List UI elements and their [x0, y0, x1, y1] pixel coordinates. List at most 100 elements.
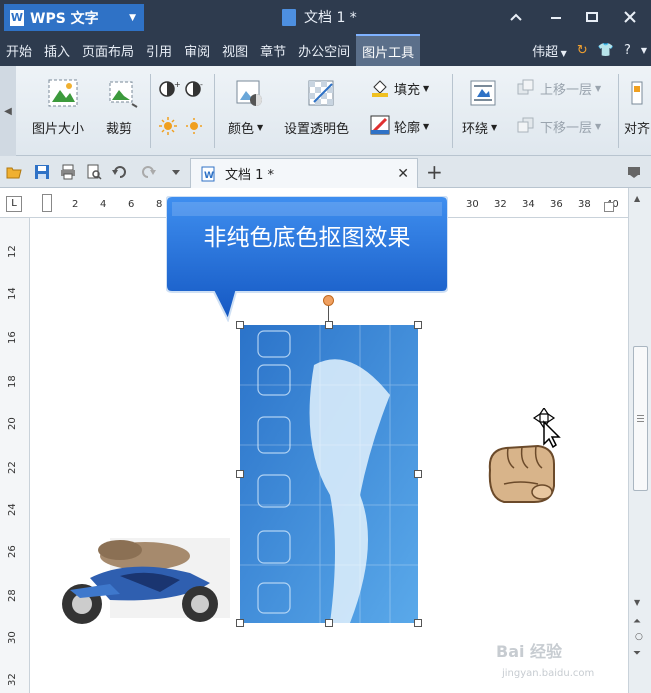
resize-handle-top-left[interactable]: [236, 321, 244, 329]
outline-pen-icon: [370, 115, 390, 135]
menu-view[interactable]: 视图: [216, 34, 254, 66]
ribbon-separator: [150, 74, 151, 148]
ruler-corner-button[interactable]: L: [6, 196, 22, 212]
crop-button[interactable]: 裁剪: [106, 118, 132, 137]
ribbon-separator: [452, 74, 453, 148]
decrease-contrast-icon[interactable]: -: [184, 80, 206, 98]
caret-down-icon: ▼: [423, 122, 430, 131]
print-icon[interactable]: [60, 164, 76, 180]
wrap-dropdown[interactable]: 环绕 ▼: [462, 118, 497, 137]
svg-text:-: -: [200, 80, 203, 89]
menu-home[interactable]: 开始: [0, 34, 38, 66]
selected-picture[interactable]: [236, 295, 422, 627]
document-tab[interactable]: W 文档 1 * ✕: [190, 158, 418, 188]
select-browse-object-icon[interactable]: ○: [635, 632, 643, 642]
menu-office-space[interactable]: 办公空间: [292, 34, 356, 66]
menu-review[interactable]: 审阅: [178, 34, 216, 66]
set-transparent-color-button[interactable]: 设置透明色: [284, 118, 349, 137]
motorcycle-image[interactable]: [50, 528, 232, 628]
caret-down-icon[interactable]: ▼: [641, 46, 647, 55]
color-label: 颜色: [228, 122, 255, 137]
caret-down-icon: ▼: [558, 48, 567, 58]
fill-dropdown[interactable]: 填充 ▼: [394, 79, 429, 98]
ribbon: ◀ 图片大小 裁剪 + - 颜色 ▼ 设置透明色 填充 ▼ 轮廓 ▼ 环绕 ▼ …: [0, 66, 651, 156]
close-tab-icon[interactable]: ✕: [397, 166, 409, 182]
app-menu-button[interactable]: W WPS 文字 ▼: [4, 4, 144, 31]
vertical-ruler: 12 14 16 18 20 22 24 26 28 30 32: [0, 218, 30, 693]
print-preview-icon[interactable]: [86, 164, 102, 180]
menu-page-layout[interactable]: 页面布局: [76, 34, 140, 66]
ruler-tick: 2: [72, 199, 79, 210]
add-tab-button[interactable]: +: [426, 160, 443, 184]
previous-page-icon[interactable]: ⏶: [633, 616, 641, 627]
baidu-watermark: Bai 经验: [496, 642, 563, 661]
undo-icon[interactable]: [112, 164, 128, 180]
redo-icon[interactable]: [140, 164, 156, 180]
baidu-watermark-url: jingyan.baidu.com: [502, 668, 595, 679]
ruler-tick: 16: [7, 331, 18, 344]
wrap-label: 环绕: [462, 122, 489, 137]
ruler-tick: 14: [7, 287, 18, 300]
decrease-brightness-icon[interactable]: [184, 116, 206, 136]
callout-text: 非纯色底色抠图效果: [203, 225, 411, 251]
ruler-tick: 24: [7, 503, 18, 516]
refresh-icon[interactable]: ↻: [577, 43, 588, 58]
resize-handle-top[interactable]: [325, 321, 333, 329]
help-icon[interactable]: ?: [624, 43, 631, 58]
word-document-icon: W: [201, 166, 215, 181]
window-title-text: 文档 1 *: [304, 10, 357, 26]
resize-handle-left[interactable]: [236, 470, 244, 478]
ruler-tick: 34: [522, 199, 535, 210]
resize-handle-top-right[interactable]: [414, 321, 422, 329]
customize-quick-access-icon[interactable]: [168, 164, 184, 180]
indent-marker-left[interactable]: [42, 194, 52, 212]
maximize-icon: [586, 12, 598, 22]
resize-handle-bottom-left[interactable]: [236, 619, 244, 627]
send-backward-dropdown[interactable]: 下移一层 ▼: [540, 117, 601, 136]
save-icon[interactable]: [34, 164, 50, 180]
ribbon-scroll-left-button[interactable]: ◀: [0, 66, 16, 156]
set-transparent-color-label: 设置透明色: [284, 122, 350, 137]
resize-handle-bottom-right[interactable]: [414, 619, 422, 627]
collapse-ribbon-button[interactable]: [496, 0, 536, 34]
resize-handle-bottom[interactable]: [325, 619, 333, 627]
fist-hand-image[interactable]: [484, 440, 558, 506]
caret-down-icon: ▼: [257, 123, 264, 132]
picture-size-button[interactable]: 图片大小: [32, 118, 84, 137]
close-button[interactable]: [610, 0, 650, 34]
increase-contrast-icon[interactable]: +: [158, 80, 180, 98]
crop-label: 裁剪: [106, 122, 133, 137]
vertical-scrollbar[interactable]: ▲ ▼ ⏶ ○ ⏷: [628, 188, 651, 693]
caret-down-icon: ▼: [595, 122, 602, 131]
bring-forward-label: 上移一层: [540, 83, 593, 98]
ruler-tick: 4: [100, 199, 107, 210]
user-name: 伟超: [532, 44, 559, 60]
scrollbar-thumb[interactable]: [633, 346, 648, 491]
maximize-button[interactable]: [572, 0, 612, 34]
menu-picture-tools[interactable]: 图片工具: [356, 34, 421, 66]
color-dropdown[interactable]: 颜色 ▼: [228, 118, 263, 137]
shirt-icon[interactable]: 👕: [598, 43, 614, 58]
ruler-tick: 18: [7, 375, 18, 388]
menu-insert[interactable]: 插入: [38, 34, 76, 66]
resize-handle-right[interactable]: [414, 470, 422, 478]
align-dropdown[interactable]: 对齐: [624, 118, 650, 137]
ruler-tick: 30: [466, 199, 479, 210]
increase-brightness-icon[interactable]: [158, 116, 180, 136]
menu-references[interactable]: 引用: [140, 34, 178, 66]
indent-marker-right[interactable]: [604, 202, 614, 212]
next-page-icon[interactable]: ⏷: [633, 648, 641, 659]
minimize-icon: [551, 17, 561, 19]
scroll-down-icon[interactable]: ▼: [634, 598, 640, 607]
tab-list-icon[interactable]: [626, 164, 642, 180]
menu-right-group: 伟超 ▼ ↻ 👕 ? ▼: [532, 34, 647, 66]
user-menu[interactable]: 伟超 ▼: [532, 41, 567, 60]
outline-dropdown[interactable]: 轮廓 ▼: [394, 117, 429, 136]
callout-shape: [165, 195, 449, 323]
ruler-tick: 30: [7, 631, 18, 644]
open-folder-icon[interactable]: [6, 164, 22, 180]
menu-section[interactable]: 章节: [254, 34, 292, 66]
minimize-button[interactable]: [536, 0, 576, 34]
scroll-up-icon[interactable]: ▲: [634, 194, 640, 203]
bring-forward-dropdown[interactable]: 上移一层 ▼: [540, 79, 601, 98]
